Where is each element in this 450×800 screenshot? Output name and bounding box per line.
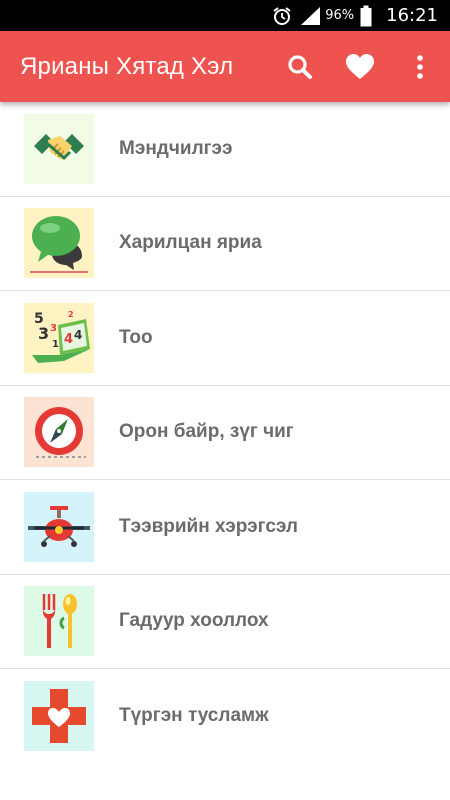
list-item-label: Тээврийн хэрэгсэл — [119, 515, 298, 537]
list-item-conversation[interactable]: Харилцан яриа — [0, 197, 450, 291]
svg-text:3: 3 — [38, 324, 49, 343]
compass-icon — [24, 397, 94, 468]
svg-text:3: 3 — [50, 323, 57, 334]
list-item-label: Түргэн тусламж — [119, 705, 269, 727]
speech-bubbles-icon — [24, 208, 94, 279]
list-item-first-aid[interactable]: Түргэн тусламж — [0, 669, 450, 764]
app-title: Ярианы Хятад Хэл — [20, 52, 234, 80]
fork-spoon-icon — [24, 586, 94, 657]
list-item-transport[interactable]: Тээврийн хэрэгсэл — [0, 480, 450, 575]
handshake-icon — [24, 113, 94, 184]
svg-text:1: 1 — [52, 339, 59, 350]
alarm-icon — [271, 5, 293, 27]
numbers-laptop-icon: 5 3 3 4 1 4 2 — [24, 302, 94, 373]
list-item-label: Орон байр, зүг чиг — [119, 421, 294, 443]
battery-icon — [360, 5, 372, 27]
list-item-label: Гадуур хооллох — [119, 610, 269, 632]
svg-text:4: 4 — [74, 328, 82, 342]
search-icon — [288, 54, 312, 79]
app-bar: Ярианы Хятад Хэл — [0, 31, 450, 102]
signal-icon — [299, 6, 321, 26]
svg-text:2: 2 — [68, 310, 74, 319]
list-item-label: Харилцан яриа — [119, 232, 262, 254]
first-aid-icon — [24, 681, 94, 752]
more-options-button[interactable] — [400, 47, 440, 87]
airplane-icon — [24, 491, 94, 562]
battery-percent: 96% — [325, 8, 355, 23]
status-bar: 96% 16:21 — [0, 0, 450, 31]
list-item-greetings[interactable]: Мэндчилгээ — [0, 102, 450, 197]
clock-time: 16:21 — [386, 5, 438, 26]
list-item-location-directions[interactable]: Орон байр, зүг чиг — [0, 386, 450, 480]
list-item-numbers[interactable]: 5 3 3 4 1 4 2 Тоо — [0, 291, 450, 386]
heart-icon — [346, 53, 374, 79]
search-button[interactable] — [280, 47, 320, 87]
list-item-label: Тоо — [119, 326, 153, 348]
category-list: Мэндчилгээ Харилцан яриа 5 3 3 4 1 4 2 Т… — [0, 102, 450, 764]
list-item-eating-out[interactable]: Гадуур хооллох — [0, 575, 450, 669]
favorites-button[interactable] — [340, 47, 380, 87]
svg-text:4: 4 — [64, 332, 73, 347]
more-vert-icon — [417, 54, 423, 79]
list-item-label: Мэндчилгээ — [119, 137, 233, 159]
